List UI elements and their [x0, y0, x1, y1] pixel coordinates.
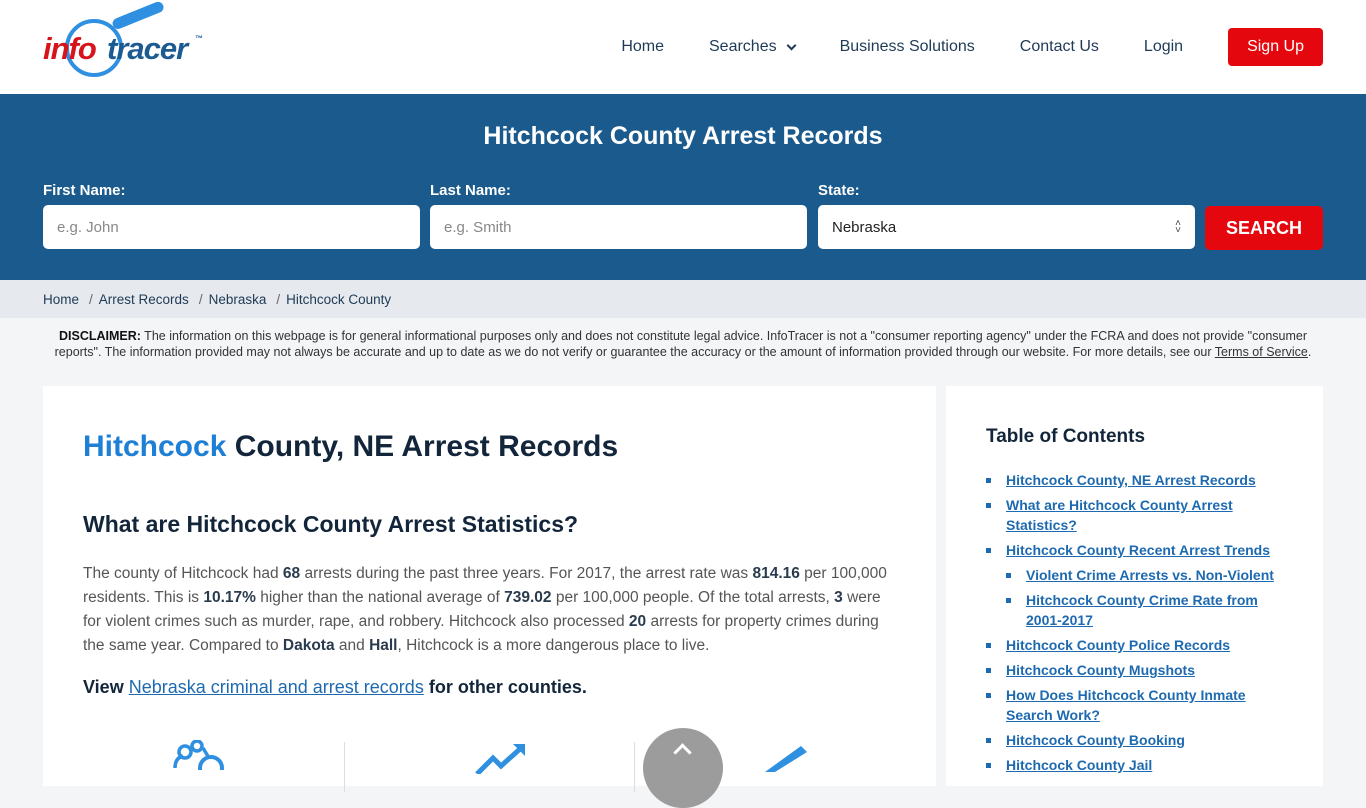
breadcrumb-current: Hitchcock County	[286, 291, 392, 307]
toc-list: Hitchcock County, NE Arrest Records What…	[986, 470, 1283, 775]
breadcrumb-nebraska[interactable]: Nebraska	[209, 292, 267, 307]
stat-divider	[634, 742, 635, 792]
table-of-contents: Table of Contents Hitchcock County, NE A…	[946, 386, 1323, 786]
toc-link[interactable]: Hitchcock County Police Records	[1006, 637, 1230, 653]
search-button[interactable]: SEARCH	[1205, 206, 1323, 250]
disclaimer-end: .	[1307, 345, 1312, 359]
toc-link[interactable]: Hitchcock County Mugshots	[1006, 662, 1195, 678]
toc-link[interactable]: Hitchcock County Jail	[1006, 757, 1152, 773]
nav-searches[interactable]: Searches	[709, 38, 797, 56]
arrest-rate: 814.16	[752, 565, 800, 582]
breadcrumb-arrest-records[interactable]: Arrest Records	[99, 292, 189, 307]
page-title-highlight: Hitchcock	[83, 430, 227, 463]
chevron-up-icon	[673, 743, 692, 762]
infotracer-logo[interactable]: info tracer ™	[43, 0, 208, 80]
terms-of-service-link[interactable]: Terms of Service	[1215, 345, 1308, 359]
trend-up-icon	[475, 744, 525, 774]
view-other-counties: View Nebraska criminal and arrest record…	[83, 677, 587, 697]
nav-home[interactable]: Home	[621, 38, 664, 56]
toc-title: Table of Contents	[986, 426, 1146, 447]
breadcrumb: Home / Arrest Records / Nebraska / Hitch…	[0, 280, 1366, 318]
search-title: Hitchcock County Arrest Records	[483, 122, 883, 150]
main-content: Hitchcock County, NE Arrest Records What…	[43, 386, 936, 808]
last-name-input[interactable]	[430, 205, 807, 249]
disclaimer-label: DISCLAIMER:	[58, 329, 141, 343]
select-arrows-icon: ˄ ˅	[1175, 218, 1181, 236]
main-nav: Home Searches Business Solutions Contact…	[621, 28, 1323, 66]
toc-item: How Does Hitchcock County Inmate Search …	[986, 685, 1283, 725]
toc-link[interactable]: How Does Hitchcock County Inmate Search …	[1006, 687, 1246, 723]
toc-item: Hitchcock County Mugshots	[986, 660, 1283, 680]
nav-login[interactable]: Login	[1144, 38, 1183, 56]
toc-item: Hitchcock County Police Records	[986, 635, 1283, 655]
stats-heading: What are Hitchcock County Arrest Statist…	[83, 511, 579, 537]
toc-item: Hitchcock County Jail	[986, 755, 1283, 775]
nav-searches-label: Searches	[709, 38, 777, 55]
breadcrumb-separator: /	[198, 291, 203, 307]
page-title-rest: County, NE Arrest Records	[226, 430, 619, 463]
logo-trademark: ™	[195, 34, 203, 43]
disclaimer-text: The information on this webpage is for g…	[54, 329, 1307, 359]
first-name-group: First Name:	[43, 182, 420, 249]
last-name-group: Last Name:	[430, 182, 807, 249]
state-label: State:	[818, 182, 860, 199]
compare-county-1: Dakota	[282, 637, 335, 654]
toc-item: Hitchcock County Booking	[986, 730, 1283, 750]
stat-divider	[344, 742, 345, 792]
sign-up-button[interactable]: Sign Up	[1228, 28, 1323, 66]
toc-item: What are Hitchcock County Arrest Statist…	[986, 495, 1283, 535]
arrest-count: 68	[282, 565, 301, 582]
magnifier-handle-icon	[110, 0, 166, 31]
toc-item: Hitchcock County Recent Arrest Trends	[986, 540, 1283, 560]
breadcrumb-separator: /	[276, 291, 281, 307]
logo-text-info: info	[43, 31, 97, 66]
disclaimer: DISCLAIMER: The information on this webp…	[0, 318, 1366, 386]
toc-item: Hitchcock County, NE Arrest Records	[986, 470, 1283, 490]
state-select[interactable]: Nebraska ˄ ˅	[818, 205, 1195, 249]
stats-paragraph: The county of Hitchcock had 68 arrests d…	[83, 565, 887, 654]
toc-link[interactable]: Hitchcock County Recent Arrest Trends	[1006, 542, 1270, 558]
scroll-to-top-button[interactable]	[643, 728, 723, 808]
breadcrumb-home[interactable]: Home	[43, 292, 79, 307]
toc-link[interactable]: Hitchcock County Booking	[1006, 732, 1185, 748]
toc-link[interactable]: What are Hitchcock County Arrest Statist…	[1006, 497, 1233, 533]
page-title: Hitchcock County, NE Arrest Records	[83, 430, 618, 464]
nebraska-records-link[interactable]: Nebraska criminal and arrest records	[129, 677, 424, 697]
first-name-label: First Name:	[43, 182, 126, 199]
nav-contact-us[interactable]: Contact Us	[1020, 38, 1099, 56]
national-average: 739.02	[504, 589, 552, 606]
breadcrumb-separator: /	[89, 291, 93, 307]
nav-business-solutions[interactable]: Business Solutions	[840, 38, 975, 56]
last-name-label: Last Name:	[430, 182, 511, 199]
percent-higher: 10.17%	[203, 589, 256, 606]
toc-link[interactable]: Violent Crime Arrests vs. Non-Violent	[1026, 567, 1274, 583]
search-section: Hitchcock County Arrest Records First Na…	[0, 94, 1366, 280]
property-count: 20	[628, 613, 647, 630]
toc-subitem: Violent Crime Arrests vs. Non-Violent	[1006, 565, 1283, 585]
stat-icons-row	[43, 726, 936, 808]
toc-subitem: Hitchcock County Crime Rate from 2001-20…	[1006, 590, 1283, 630]
handcuffs-icon	[173, 740, 224, 770]
toc-link[interactable]: Hitchcock County Crime Rate from 2001-20…	[1026, 592, 1258, 628]
first-name-input[interactable]	[43, 205, 420, 249]
toc-link[interactable]: Hitchcock County, NE Arrest Records	[1006, 472, 1256, 488]
compare-county-2: Hall	[369, 637, 398, 654]
logo-text-tracer: tracer	[107, 31, 188, 66]
state-group: State: Nebraska ˄ ˅	[818, 182, 1195, 249]
chevron-down-icon	[786, 40, 797, 50]
violent-count: 3	[834, 589, 843, 606]
state-select-value: Nebraska	[832, 218, 897, 236]
site-header: info tracer ™ Home Searches Business Sol…	[0, 0, 1366, 94]
